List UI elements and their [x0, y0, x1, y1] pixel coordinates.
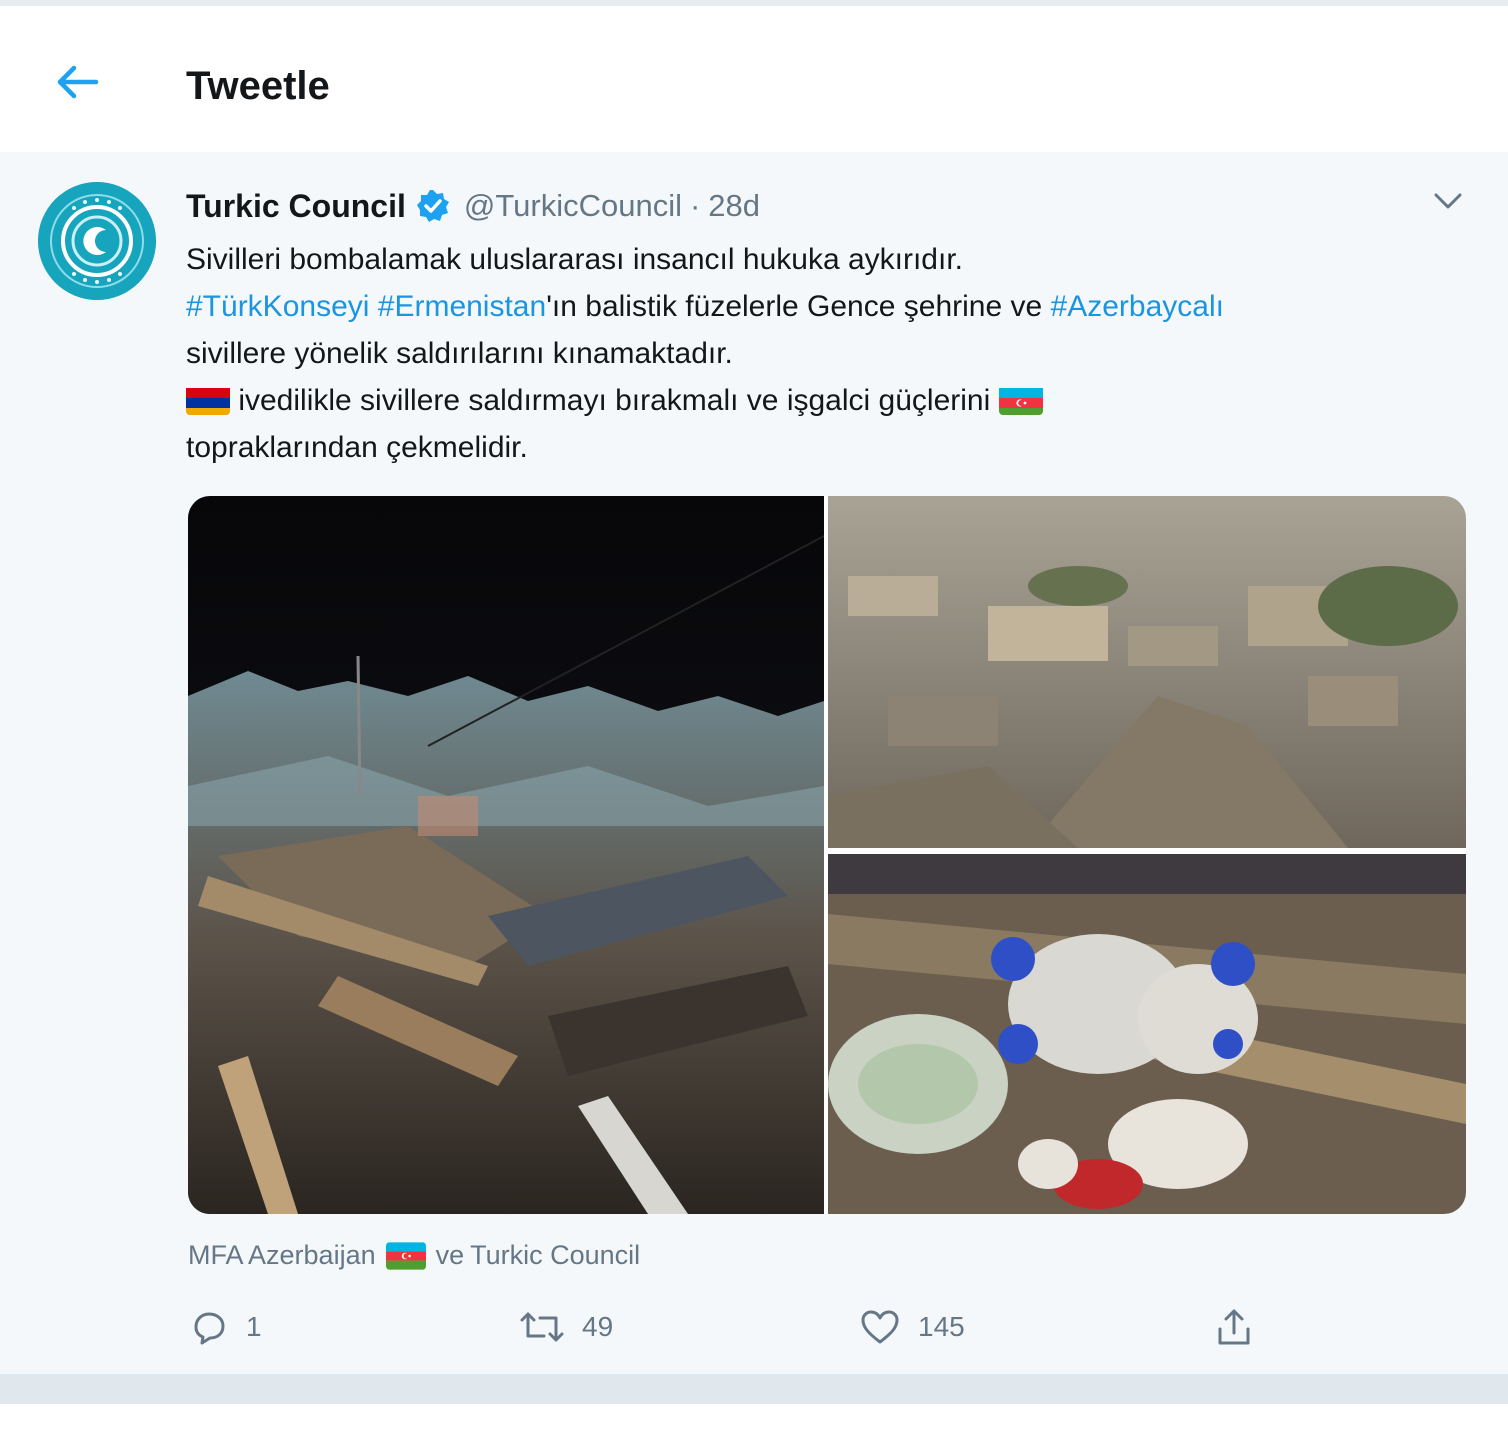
- author-handle[interactable]: @TurkicCouncil: [464, 188, 682, 224]
- tagged-user-turkic-council[interactable]: Turkic Council: [470, 1240, 640, 1271]
- reply-button[interactable]: 1: [188, 1302, 262, 1352]
- tweet-line-2: #TürkKonseyi #Ermenistan'ın balistik füz…: [186, 283, 1486, 330]
- hashtag-ermenistan[interactable]: #Ermenistan: [378, 290, 546, 323]
- chevron-down-icon[interactable]: [1430, 188, 1466, 214]
- tagged-user-mfa[interactable]: MFA Azerbaijan: [188, 1240, 376, 1271]
- tweet-text: Sivilleri bombalamak uluslararası insanc…: [186, 236, 1486, 471]
- rubble-night-photo[interactable]: [188, 496, 825, 1214]
- back-arrow-icon[interactable]: [52, 62, 102, 102]
- page-title: Tweetle: [186, 64, 330, 108]
- tweet-line-4: ivedilikle sivillere saldırmayı bırakmal…: [186, 377, 1486, 424]
- reply-count: 1: [246, 1311, 262, 1342]
- like-button[interactable]: 145: [858, 1302, 965, 1352]
- tagged-joiner: ve: [435, 1240, 465, 1270]
- tweet-line-3: sivillere yönelik saldırılarını kınamakt…: [186, 337, 733, 370]
- heart-icon: [861, 1310, 899, 1344]
- separator-dot: ·: [689, 188, 701, 223]
- hashtag-azerbaycali[interactable]: #Azerbaycalı: [1051, 290, 1224, 323]
- reply-icon: [194, 1312, 225, 1345]
- tweet-author: Turkic Council @TurkicCouncil · 28d: [186, 186, 760, 226]
- azerbaijan-flag-icon: [385, 1241, 426, 1270]
- armenia-flag-icon: [186, 385, 230, 415]
- retweet-count: 49: [582, 1311, 614, 1342]
- aerial-destroyed-city-photo[interactable]: [828, 496, 1466, 848]
- retweet-icon: [520, 1312, 564, 1342]
- teddy-bear-debris-photo[interactable]: [828, 854, 1466, 1214]
- tweet-line-2-text: 'ın balistik füzelerle Gence şehrine ve: [546, 290, 1051, 323]
- share-button[interactable]: [1212, 1302, 1256, 1352]
- page-header: Tweetle: [0, 6, 1508, 154]
- avatar[interactable]: [38, 182, 156, 300]
- retweet-button[interactable]: 49: [518, 1302, 613, 1352]
- tweet-line-4-text: ivedilikle sivillere saldırmayı bırakmal…: [230, 384, 999, 417]
- verified-badge-icon: [416, 189, 450, 223]
- timeline-divider: [0, 1374, 1508, 1404]
- author-name[interactable]: Turkic Council: [186, 188, 406, 225]
- bottom-area: [0, 1404, 1508, 1436]
- tweet-line-1: Sivilleri bombalamak uluslararası insanc…: [186, 243, 963, 276]
- share-icon: [1218, 1309, 1250, 1345]
- tweet-timestamp[interactable]: 28d: [708, 188, 760, 224]
- hashtag-turkkonseyi[interactable]: #TürkKonseyi: [186, 290, 369, 323]
- tweet-media-grid: [188, 496, 1466, 1214]
- tagged-users: MFA Azerbaijan ve Turkic Council: [188, 1240, 640, 1271]
- azerbaijan-flag-icon: [998, 385, 1043, 415]
- like-count: 145: [918, 1311, 965, 1342]
- turkic-council-logo-icon: [38, 182, 156, 300]
- tweet-line-5: topraklarından çekmelidir.: [186, 431, 528, 464]
- tweet-actions: 1 49 145: [188, 1302, 1288, 1352]
